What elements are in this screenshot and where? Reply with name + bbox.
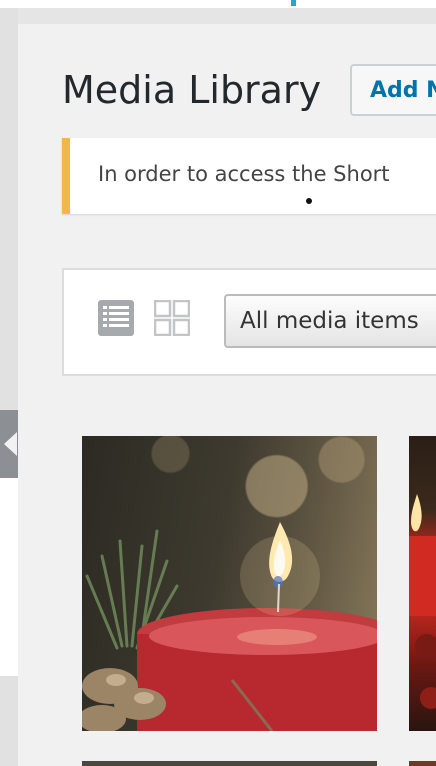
media-type-filter[interactable]: All media items bbox=[224, 294, 436, 348]
notice-message: In order to access the Short bbox=[98, 162, 390, 186]
media-item-thumbnail[interactable] bbox=[409, 761, 436, 766]
media-toolbar: All media items bbox=[62, 268, 436, 376]
warning-notice: In order to access the Short bbox=[62, 138, 436, 214]
main-content: Media Library Add N In order to access t… bbox=[18, 24, 436, 766]
admin-bar bbox=[0, 0, 436, 8]
grid-view-icon[interactable] bbox=[154, 300, 190, 336]
add-new-button[interactable]: Add N bbox=[350, 64, 436, 116]
list-view-icon[interactable] bbox=[98, 300, 134, 336]
page-title: Media Library bbox=[62, 68, 322, 112]
candle-photo bbox=[409, 494, 436, 709]
wp-admin-page: Media Library Add N In order to access t… bbox=[0, 0, 436, 766]
media-item-thumbnail[interactable] bbox=[82, 436, 377, 731]
media-item-thumbnail[interactable] bbox=[82, 761, 377, 766]
admin-bar-indicator bbox=[291, 0, 296, 6]
notice-dot bbox=[306, 198, 312, 204]
admin-sidebar-panel bbox=[0, 478, 18, 676]
collapse-menu-icon[interactable] bbox=[0, 410, 18, 478]
candle-photo bbox=[82, 522, 377, 731]
media-item-thumbnail[interactable] bbox=[409, 436, 436, 731]
